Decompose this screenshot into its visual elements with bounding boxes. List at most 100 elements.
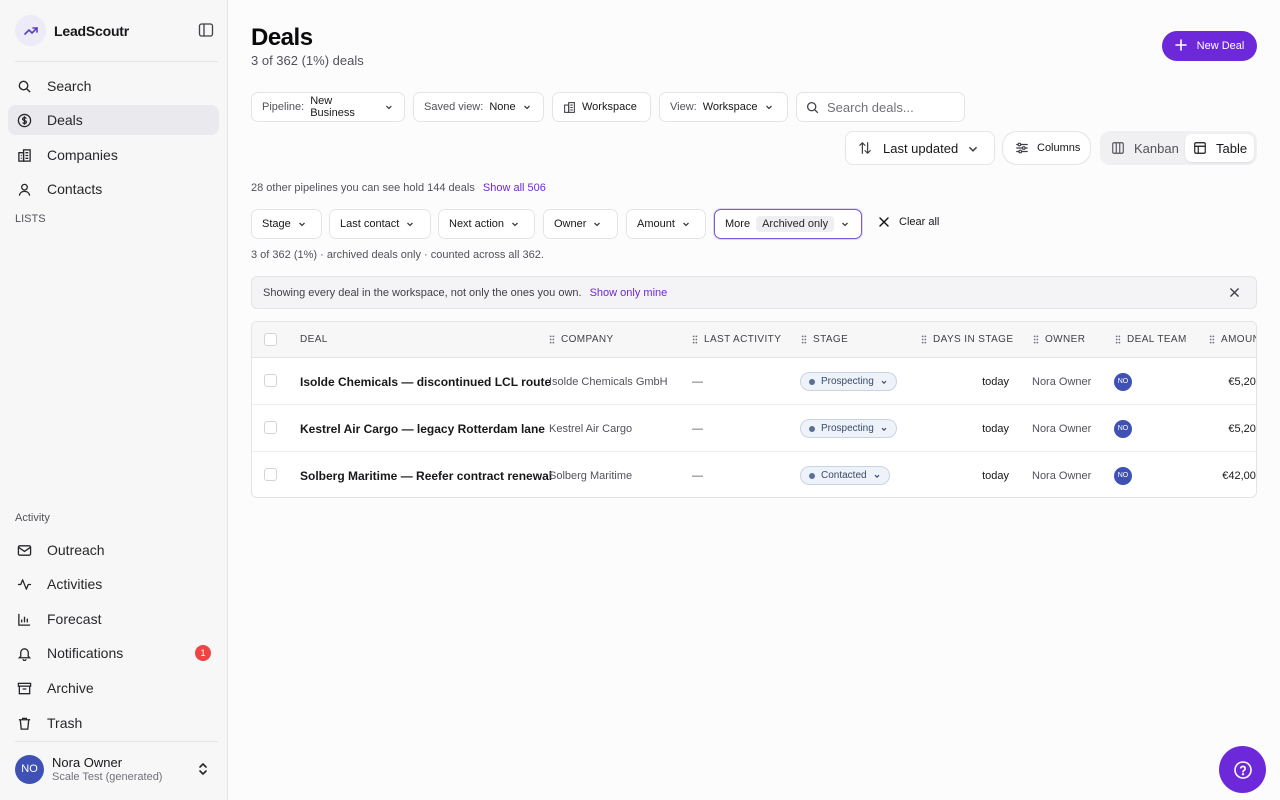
sidebar-item-search[interactable]: Search [8,71,219,101]
notification-count-badge: 1 [195,645,211,661]
brand[interactable]: LeadScoutr [15,15,129,46]
sidebar-item-notifications[interactable]: Notifications 1 [8,638,219,668]
sidebar-item-deals[interactable]: Deals [8,105,219,135]
sidebar-item-archive[interactable]: Archive [8,673,219,703]
sort-icon [859,142,871,154]
search-box[interactable] [796,92,965,122]
columns-button[interactable]: Columns [1002,131,1091,165]
column-header-label: STAGE [813,334,849,345]
avatar: NO [15,754,44,784]
sidebar-item-activities[interactable]: Activities [8,569,219,599]
scope-banner: Showing every deal in the workspace, not… [251,276,1257,309]
help-icon [1233,760,1252,779]
row-checkbox[interactable] [264,421,277,434]
deal-name[interactable]: Solberg Maritime — Reefer contract renew… [300,452,552,497]
drag-handle-icon [549,335,555,344]
drag-handle-icon [692,335,698,344]
column-header-amount[interactable]: AMOUNT [1209,334,1256,345]
view-select[interactable]: View: Workspace [659,92,788,122]
table-toggle[interactable]: Table [1185,134,1254,162]
close-icon[interactable] [1229,287,1240,301]
row-checkbox[interactable] [264,468,277,481]
columns-label: Columns [1037,142,1081,154]
sidebar-item-outreach[interactable]: Outreach [8,535,219,565]
table-icon [1194,142,1206,154]
sort-select[interactable]: Last updated [845,131,995,165]
deal-name[interactable]: Isolde Chemicals — discontinued LCL rout… [300,358,551,405]
clear-all-button[interactable]: Clear all [878,216,939,228]
sidebar-item-forecast[interactable]: Forecast [8,604,219,634]
last-contact-filter[interactable]: Last contact [329,209,431,239]
stage-filter[interactable]: Stage [251,209,322,239]
saved-view-label: Saved view: [424,101,484,113]
owner-filter-label: Owner [554,218,587,230]
saved-view-value: None [489,101,516,113]
select-all-checkbox[interactable] [264,333,277,346]
sidebar-item-trash[interactable]: Trash [8,708,219,738]
sidebar-item-contacts[interactable]: Contacts [8,174,219,204]
company-name[interactable]: Isolde Chemicals GmbH [549,358,668,405]
sidebar-toggle-icon[interactable] [198,22,214,38]
kanban-toggle[interactable]: Kanban [1103,134,1183,162]
column-header-owner[interactable]: OWNER [1033,334,1085,345]
activity-section-label: Activity [15,512,50,524]
column-header-deal-team[interactable]: DEAL TEAM [1115,334,1187,345]
user-menu[interactable]: NO Nora Owner Scale Test (generated) [15,753,215,785]
column-header-stage[interactable]: STAGE [801,334,848,345]
table-row[interactable]: Kestrel Air Cargo — legacy Rotterdam lan… [252,405,1256,452]
chevron-down-icon [682,222,689,227]
stage-select[interactable]: Prospecting [800,419,897,438]
more-filter[interactable]: More Archived only [714,209,862,239]
stage-label: Prospecting [821,423,874,434]
next-action-filter[interactable]: Next action [438,209,535,239]
drag-handle-icon [921,335,927,344]
avatar[interactable]: NO [1114,419,1132,438]
stage-select[interactable]: Prospecting [800,372,897,391]
sidebar-item-label: Archive [47,680,94,696]
column-header-last-activity[interactable]: LAST ACTIVITY [692,334,781,345]
show-only-mine-link[interactable]: Show only mine [590,287,668,299]
stage-filter-label: Stage [262,218,291,230]
amount-filter[interactable]: Amount [626,209,706,239]
new-deal-button[interactable]: New Deal [1162,31,1257,61]
days-in-stage: today [982,375,1009,388]
column-header-company[interactable]: COMPANY [549,334,614,345]
chevron-down-icon [386,105,393,110]
building-icon [564,101,575,113]
search-icon [16,78,32,94]
search-input[interactable] [827,99,957,115]
close-icon [879,217,889,227]
help-button[interactable] [1219,746,1266,793]
avatar[interactable]: NO [1114,372,1132,391]
kanban-icon [1112,142,1124,154]
table-row[interactable]: Isolde Chemicals — discontinued LCL rout… [252,358,1256,405]
search-icon [806,101,819,113]
deal-name[interactable]: Kestrel Air Cargo — legacy Rotterdam lan… [300,405,545,452]
drag-handle-icon [801,335,807,344]
amount-filter-label: Amount [637,218,675,230]
column-header-days-in-stage[interactable]: DAYS IN STAGE [921,334,1013,345]
pipeline-label: Pipeline: [262,101,305,113]
sidebar-item-companies[interactable]: Companies [8,140,219,170]
workspace-button[interactable]: Workspace [552,92,651,122]
pipeline-select[interactable]: Pipeline: New Business [251,92,405,122]
user-name: Nora Owner [52,755,123,770]
last-activity: — [692,375,703,388]
banner-text: Showing every deal in the workspace, not… [263,286,582,299]
table-row[interactable]: Solberg Maritime — Reefer contract renew… [252,452,1256,497]
sidebar-item-label: Deals [47,112,83,128]
avatar[interactable]: NO [1114,466,1132,485]
column-header-deal[interactable]: DEAL [300,334,328,345]
chevron-down-icon [842,222,849,227]
company-name[interactable]: Kestrel Air Cargo [549,405,632,452]
company-name[interactable]: Solberg Maritime [549,452,632,497]
show-all-link[interactable]: Show all 506 [483,182,546,194]
column-header-label: DAYS IN STAGE [933,334,1014,345]
saved-view-select[interactable]: Saved view: None [413,92,544,122]
amount: €5,200 [1228,422,1256,435]
row-checkbox[interactable] [264,374,277,387]
owner-filter[interactable]: Owner [543,209,618,239]
chevron-down-icon [594,222,601,227]
stage-select[interactable]: Contacted [800,466,890,485]
column-header-label: OWNER [1045,334,1086,345]
